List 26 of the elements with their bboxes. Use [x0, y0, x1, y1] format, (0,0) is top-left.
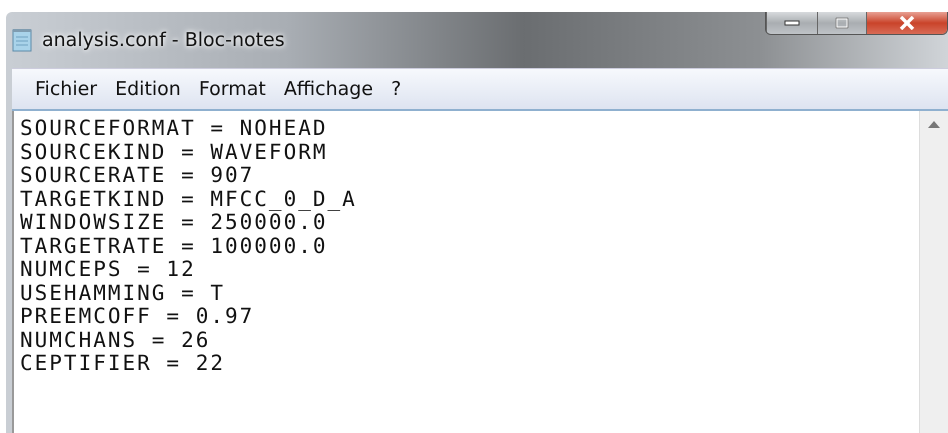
notepad-icon — [12, 28, 32, 52]
window-title: analysis.conf - Bloc-notes — [42, 29, 285, 51]
maximize-icon — [835, 17, 849, 29]
text-line: WINDOWSIZE = 250000.0 — [20, 211, 328, 234]
text-line: TARGETRATE = 100000.0 — [20, 234, 329, 258]
text-line: NUMCHANS = 26 — [20, 328, 212, 352]
menu-item[interactable]: ? — [382, 78, 410, 100]
text-line: PREEMCOFF = 0.97 — [20, 305, 256, 328]
minimize-icon — [784, 20, 800, 26]
scrollbar[interactable] — [919, 111, 948, 433]
text-line: NUMCEPS = 12 — [20, 258, 197, 282]
text-line: USEHAMMING = T — [20, 282, 226, 305]
text-line: TARGETKIND = MFCC_0_D_A — [20, 188, 358, 211]
menu-item[interactable]: Edition — [106, 78, 190, 100]
close-button[interactable] — [866, 12, 947, 34]
text-line: CEPTIFIER = 22 — [20, 352, 226, 376]
menu-item[interactable]: Fichier — [26, 78, 106, 100]
menu-item[interactable]: Format — [190, 78, 275, 100]
text-line: SOURCEKIND = WAVEFORM — [20, 140, 329, 164]
maximize-button[interactable] — [817, 12, 866, 34]
close-icon — [899, 16, 915, 30]
scroll-up-icon[interactable] — [928, 121, 940, 128]
text-line: SOURCERATE = 907 — [20, 164, 256, 188]
minimize-button[interactable] — [766, 12, 817, 34]
menu-item[interactable]: Affichage — [274, 78, 382, 100]
text-line: SOURCEFORMAT = NOHEAD — [20, 117, 329, 140]
